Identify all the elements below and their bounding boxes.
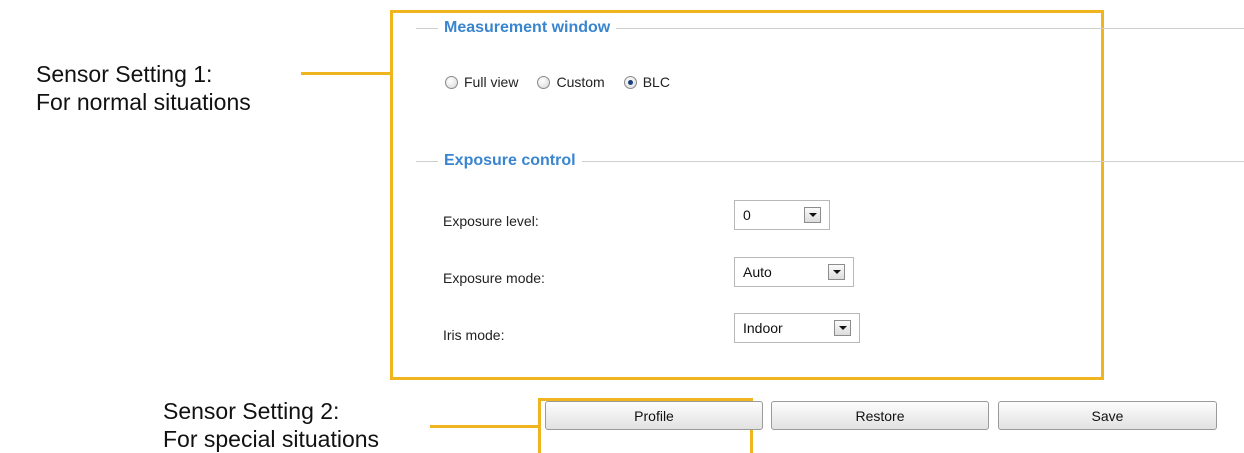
radio-full-view-button[interactable] [445,75,458,89]
measurement-radio-group: Full view Custom BLC [445,74,689,90]
sensor-setting-1-subtitle: For normal situations [36,89,251,115]
radio-blc-button[interactable] [623,75,637,89]
sensor-setting-2-title: Sensor Setting 2: [163,398,340,424]
sensor-setting-2-connector [430,425,540,428]
measurement-window-title: Measurement window [438,18,617,38]
exposure-level-label: Exposure level: [443,213,539,229]
radio-blc-label: BLC [642,74,670,90]
exposure-mode-value: Auto [743,264,772,280]
exposure-level-value: 0 [743,207,751,223]
chevron-down-icon[interactable] [804,207,821,223]
sensor-setting-2-subtitle: For special situations [163,426,380,452]
radio-custom-button[interactable] [537,75,551,89]
radio-custom[interactable]: Custom [537,74,605,90]
save-button[interactable]: Save [998,401,1217,430]
chevron-down-icon[interactable] [834,320,851,336]
restore-button[interactable]: Restore [771,401,989,430]
exposure-level-select[interactable]: 0 [734,200,830,230]
radio-full-view[interactable]: Full view [445,74,518,90]
radio-blc[interactable]: BLC [623,74,670,90]
iris-mode-label: Iris mode: [443,327,505,343]
exposure-mode-select[interactable]: Auto [734,257,854,287]
profile-button[interactable]: Profile [545,401,763,430]
iris-mode-value: Indoor [743,320,783,336]
exposure-mode-label: Exposure mode: [443,270,545,286]
sensor-setting-2-annotation: Sensor Setting 2: For special situations [163,397,379,453]
radio-full-view-label: Full view [464,74,519,90]
chevron-down-icon[interactable] [828,264,845,280]
iris-mode-select[interactable]: Indoor [734,313,860,343]
exposure-control-title: Exposure control [438,151,582,171]
sensor-setting-1-annotation: Sensor Setting 1: For normal situations [36,60,251,116]
sensor-setting-1-connector [301,72,392,75]
sensor-setting-1-title: Sensor Setting 1: [36,61,213,87]
radio-custom-label: Custom [556,74,605,90]
